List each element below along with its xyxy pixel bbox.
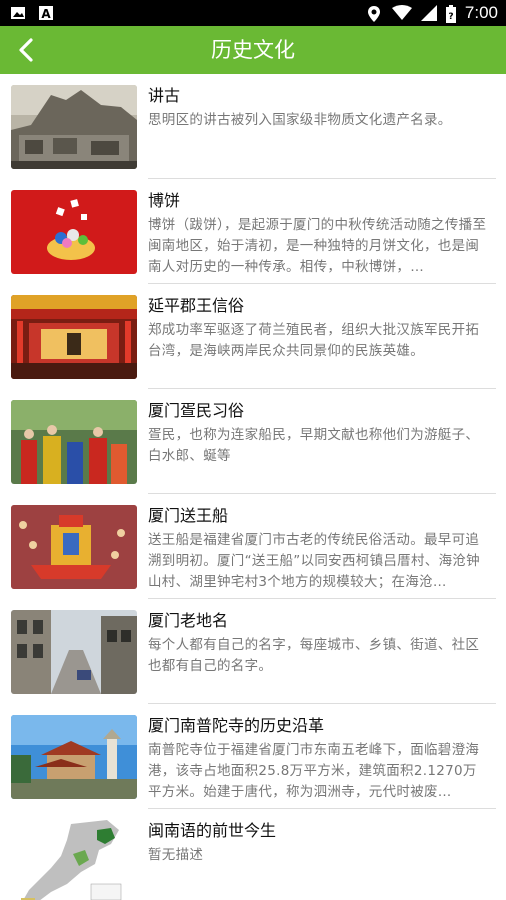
item-description: 思明区的讲古被列入国家级非物质文化遗产名录。 [148, 112, 452, 128]
wifi-icon [391, 5, 412, 21]
item-title: 厦门南普陀寺的历史沿革 [148, 716, 325, 735]
item-thumbnail [11, 505, 137, 589]
status-time: 7:00 [464, 3, 498, 22]
list-item-jianggu[interactable]: 讲古 思明区的讲古被列入国家级非物质文化遗产名录。 [0, 74, 506, 179]
item-description: 博饼（跋饼），是起源于厦门的中秋传统活动随之传播至闽南地区，始于清初，是一种独特… [148, 217, 487, 275]
battery-icon: ? [445, 5, 456, 23]
item-description: 暂无描述 [148, 847, 204, 863]
item-description: 郑成功率军驱逐了荷兰殖民者，组织大批汉族军民开拓台湾，是海峡两岸民众共同景仰的民… [148, 322, 480, 359]
item-title: 厦门老地名 [148, 611, 229, 630]
chevron-left-icon [19, 38, 33, 62]
list-item-yanping[interactable]: 延平郡王信俗 郑成功率军驱逐了荷兰殖民者，组织大批汉族军民开拓台湾，是海峡两岸民… [0, 284, 506, 389]
svg-text:A: A [41, 7, 51, 21]
item-thumbnail [11, 610, 137, 694]
culture-list: 讲古 思明区的讲古被列入国家级非物质文化遗产名录。 博饼 博饼（跋饼），是起源于… [0, 74, 506, 900]
item-title: 延平郡王信俗 [148, 296, 245, 315]
item-thumbnail [11, 820, 137, 900]
item-title: 厦门疍民习俗 [148, 401, 245, 420]
item-title: 闽南语的前世今生 [148, 821, 277, 840]
item-description: 疍民，也称为连家船民，早期文献也称他们为游艇子、白水郎、蜒等 [148, 427, 480, 464]
signal-icon [420, 5, 437, 21]
a-icon: A [38, 5, 54, 21]
status-bar: A ? 7:00 [0, 0, 506, 26]
page-title: 历史文化 [211, 38, 295, 62]
list-item-laodiming[interactable]: 厦门老地名 每个人都有自己的名字，每座城市、乡镇、街道、社区也都有自己的名字。 [0, 599, 506, 704]
item-description: 南普陀寺位于福建省厦门市东南五老峰下，面临碧澄海港，该寺占地面积25.8万平方米… [148, 742, 480, 800]
item-title: 厦门送王船 [148, 506, 229, 525]
svg-text:?: ? [448, 12, 453, 22]
list-item-bobing[interactable]: 博饼 博饼（跋饼），是起源于厦门的中秋传统活动随之传播至闽南地区，始于清初，是一… [0, 179, 506, 284]
list-item-danmin[interactable]: 厦门疍民习俗 疍民，也称为连家船民，早期文献也称他们为游艇子、白水郎、蜒等 [0, 389, 506, 494]
back-button[interactable] [10, 34, 42, 66]
item-thumbnail [11, 190, 137, 274]
item-thumbnail [11, 400, 137, 484]
item-title: 博饼 [148, 191, 181, 210]
item-description: 每个人都有自己的名字，每座城市、乡镇、街道、社区也都有自己的名字。 [148, 637, 480, 674]
item-thumbnail [11, 715, 137, 799]
item-thumbnail [11, 295, 137, 379]
list-item-minnanyu[interactable]: 闽南语的前世今生 暂无描述 [0, 809, 506, 900]
image-icon [10, 5, 26, 21]
list-item-nanputuo[interactable]: 厦门南普陀寺的历史沿革 南普陀寺位于福建省厦门市东南五老峰下，面临碧澄海港，该寺… [0, 704, 506, 809]
location-icon [367, 5, 383, 22]
app-bar: 历史文化 [0, 26, 506, 74]
list-item-songwangchuan[interactable]: 厦门送王船 送王船是福建省厦门市古老的传统民俗活动。最早可追溯到明初。厦门“送王… [0, 494, 506, 599]
item-title: 讲古 [148, 86, 181, 105]
item-thumbnail [11, 85, 137, 169]
item-description: 送王船是福建省厦门市古老的传统民俗活动。最早可追溯到明初。厦门“送王船”以同安西… [148, 532, 480, 590]
